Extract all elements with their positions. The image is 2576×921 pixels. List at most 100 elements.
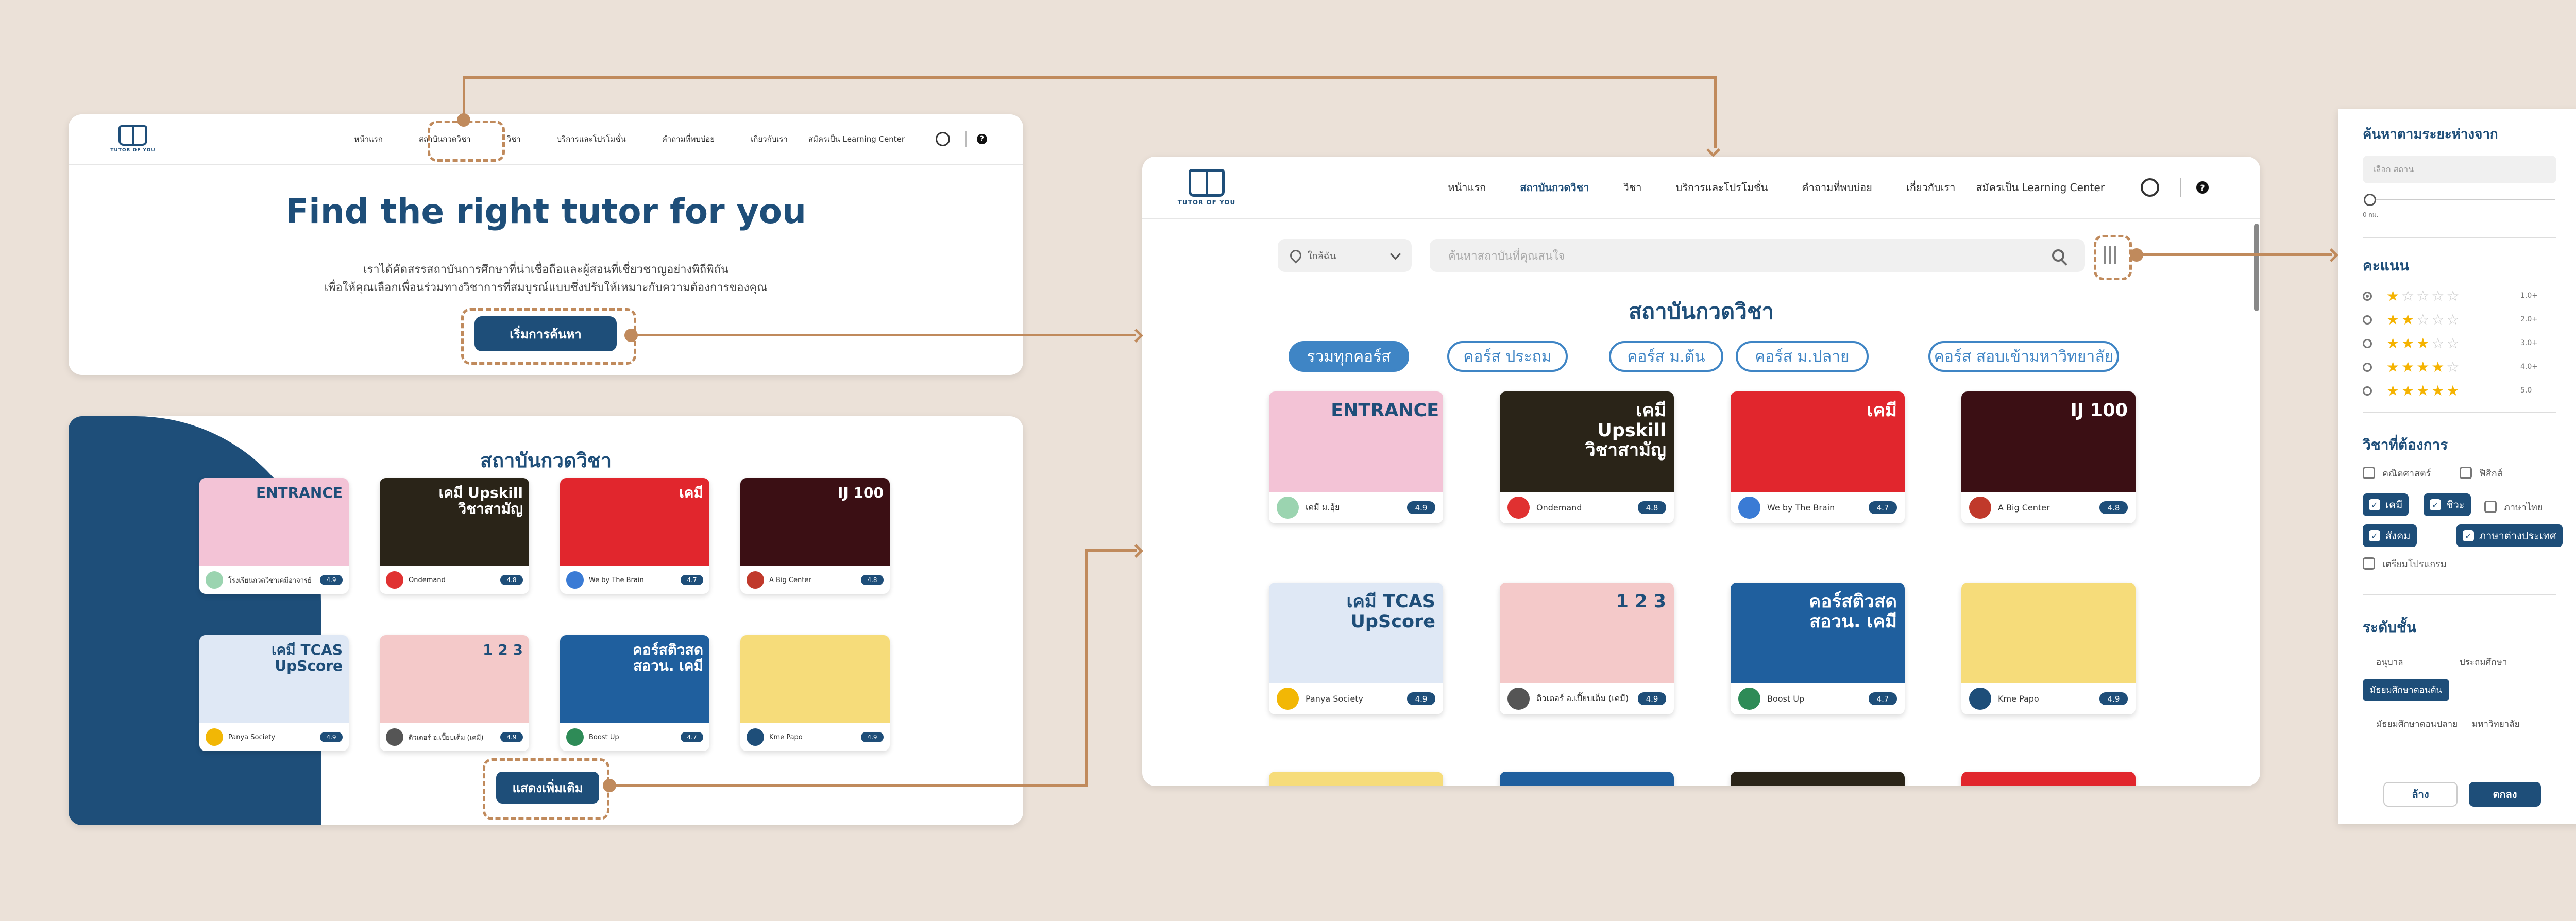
result-card-partial[interactable] <box>1731 772 1905 786</box>
help-icon[interactable]: ? <box>977 134 987 144</box>
result-card[interactable]: เคมี TCAS UpScore Panya Society 4.9 <box>1269 583 1443 714</box>
nav-item-about[interactable]: เกี่ยวกับเรา <box>751 133 788 145</box>
level-option[interactable]: มัธยมศึกษาตอนปลาย <box>2369 713 2465 735</box>
level-option[interactable]: มหาวิทยาลัย <box>2465 713 2527 735</box>
rating-label: 2.0+ <box>2520 315 2538 323</box>
institute-logo-icon <box>747 571 764 589</box>
hero-title: Find the right tutor for you <box>285 192 806 231</box>
institute-card[interactable]: Kme Papo 4.9 <box>740 635 890 751</box>
star-rating-icon: ★★☆☆☆ <box>2386 311 2462 328</box>
institute-card[interactable]: เคมี TCAS UpScore Panya Society 4.9 <box>199 635 349 751</box>
distance-slider[interactable] <box>2368 199 2555 200</box>
subject-checkbox[interactable] <box>2484 501 2497 513</box>
result-card-partial[interactable] <box>1269 772 1443 786</box>
tab-course-2[interactable]: คอร์ส ม.ต้น <box>1609 341 1723 372</box>
rating-label: 4.0+ <box>2520 363 2538 371</box>
rating-radio[interactable] <box>2363 363 2372 372</box>
rating-radio[interactable] <box>2363 386 2372 396</box>
distance-slider-handle[interactable] <box>2364 194 2376 206</box>
institute-card[interactable]: IJ 100 A Big Center 4.8 <box>740 478 890 594</box>
rating-radio[interactable] <box>2363 339 2372 348</box>
institute-card[interactable]: เคมี We by The Brain 4.7 <box>560 478 709 594</box>
nav-item-register[interactable]: สมัครเป็น Learning Center <box>1976 179 2105 196</box>
result-card-partial[interactable] <box>1500 772 1674 786</box>
divider <box>2363 594 2556 595</box>
tab-course-4[interactable]: คอร์ส สอบเข้ามหาวิทยาลัย <box>1928 341 2119 372</box>
thumbnail-caption: IJ 100 <box>2070 400 2128 421</box>
subject-chip[interactable]: ✓ สังคม <box>2363 524 2417 547</box>
distance-input[interactable]: เลือก สถาน <box>2363 156 2556 183</box>
nav-item-about[interactable]: เกี่ยวกับเรา <box>1906 179 1956 196</box>
star-rating-icon: ★☆☆☆☆ <box>2386 287 2462 304</box>
institute-logo-icon <box>1507 497 1530 519</box>
checkbox-checked-icon: ✓ <box>2463 530 2474 541</box>
tab-course-3[interactable]: คอร์ส ม.ปลาย <box>1736 341 1869 372</box>
nav-item-institutes[interactable]: สถาบันกวดวิชา <box>1520 179 1589 196</box>
divider <box>2363 412 2556 413</box>
institute-card[interactable]: 1 2 3 ติวเตอร์ อ.เปี๊ยบเต็ม (เคมี) 4.9 <box>380 635 529 751</box>
nav-item-services[interactable]: บริการและโปรโมชั่น <box>557 133 626 145</box>
level-option[interactable]: อนุบาล <box>2369 651 2411 673</box>
institute-name: A Big Center <box>1998 503 2050 513</box>
rating-badge: 4.8 <box>500 575 523 585</box>
subject-checkbox[interactable] <box>2363 467 2375 479</box>
result-card[interactable]: IJ 100 A Big Center 4.8 <box>1961 391 2136 523</box>
institute-card[interactable]: คอร์สติวสด สอวน. เคมี Boost Up 4.7 <box>560 635 709 751</box>
card-thumbnail: เคมี Upskill วิชาสามัญ <box>380 478 529 566</box>
rating-label: 5.0 <box>2520 386 2532 395</box>
location-select[interactable]: ใกล้ฉัน <box>1278 239 1412 272</box>
help-icon[interactable]: ? <box>2196 181 2209 194</box>
rating-badge: 4.9 <box>320 732 343 742</box>
nav-item-faq[interactable]: คำถามที่พบบ่อย <box>662 133 715 145</box>
rating-radio[interactable] <box>2363 315 2372 325</box>
nav-item-subjects[interactable]: วิชา <box>1623 179 1641 196</box>
thumbnail-caption: IJ 100 <box>837 484 884 501</box>
rating-badge: 4.7 <box>1869 692 1897 705</box>
result-card-partial[interactable] <box>1961 772 2136 786</box>
apply-button[interactable]: ตกลง <box>2469 782 2541 807</box>
clear-button[interactable]: ล้าง <box>2383 782 2458 807</box>
user-icon[interactable] <box>2141 178 2159 197</box>
rating-badge: 4.7 <box>1869 501 1897 514</box>
subject-chip[interactable]: ✓ เคมี <box>2363 493 2409 516</box>
user-icon[interactable] <box>936 132 950 146</box>
result-card[interactable]: คอร์สติวสด สอวน. เคมี Boost Up 4.7 <box>1731 583 1905 714</box>
card-footer: Boost Up 4.7 <box>1731 683 1905 714</box>
nav-item-home[interactable]: หน้าแรก <box>354 133 383 145</box>
search-input[interactable]: ค้นหาสถาบันที่คุณสนใจ <box>1430 239 2085 272</box>
institute-card[interactable]: ENTRANCE โรงเรียนกวดวิชาเคมีอาจารย์อ๊อฟ ม… <box>199 478 349 594</box>
nav-item-register[interactable]: สมัครเป็น Learning Center <box>808 133 905 145</box>
rating-radio[interactable] <box>2363 292 2372 301</box>
nav-item-home[interactable]: หน้าแรก <box>1448 179 1486 196</box>
institute-name: Boost Up <box>589 733 619 741</box>
result-card[interactable]: ENTRANCE เคมี ม.อุ้ย 4.9 <box>1269 391 1443 523</box>
result-card[interactable]: เคมี We by The Brain 4.7 <box>1731 391 1905 523</box>
institute-logo-icon <box>1507 688 1530 710</box>
subject-chip[interactable]: ✓ ชีวะ <box>2424 493 2471 516</box>
result-card[interactable]: Kme Papo 4.9 <box>1961 583 2136 714</box>
subject-label: ฟิสิกส์ <box>2479 468 2503 479</box>
result-card[interactable]: เคมี Upskill วิชาสามัญ Ondemand 4.8 <box>1500 391 1674 523</box>
nav-item-services[interactable]: บริการและโปรโมชั่น <box>1676 179 1768 196</box>
brand-logo[interactable]: TUTOR OF YOU <box>1173 169 1240 206</box>
card-thumbnail: เคมี TCAS UpScore <box>199 635 349 723</box>
subject-chip[interactable]: ✓ ภาษาต่างประเทศ <box>2456 524 2563 547</box>
search-icon[interactable] <box>2052 249 2067 266</box>
scrollbar-track[interactable] <box>2254 224 2259 311</box>
result-card[interactable]: 1 2 3 ติวเตอร์ อ.เปี๊ยบเต็ม (เคมี) 4.9 <box>1500 583 1674 714</box>
level-option[interactable]: ประถมศึกษา <box>2452 651 2514 673</box>
card-footer: ติวเตอร์ อ.เปี๊ยบเต็ม (เคมี) 4.9 <box>380 723 529 751</box>
star-rating-icon: ★★★☆☆ <box>2386 335 2462 352</box>
tab-course-1[interactable]: คอร์ส ประถม <box>1447 341 1568 372</box>
subject-label: เตรียมโปรแกรม <box>2382 559 2447 570</box>
level-option[interactable]: มัธยมศึกษาตอนต้น <box>2363 679 2450 701</box>
institute-card[interactable]: เคมี Upskill วิชาสามัญ Ondemand 4.8 <box>380 478 529 594</box>
subject-checkbox[interactable] <box>2363 557 2375 570</box>
institute-name: Kme Papo <box>1998 694 2039 704</box>
tab-course-0[interactable]: รวมทุกคอร์ส <box>1289 341 1409 372</box>
subject-checkbox[interactable] <box>2460 467 2472 479</box>
brand-logo[interactable]: TUTOR OF YOU <box>99 125 166 153</box>
nav-item-faq[interactable]: คำถามที่พบบ่อย <box>1802 179 1872 196</box>
nav-item-subjects[interactable]: วิชา <box>507 133 521 145</box>
institute-logo-icon <box>566 728 584 746</box>
